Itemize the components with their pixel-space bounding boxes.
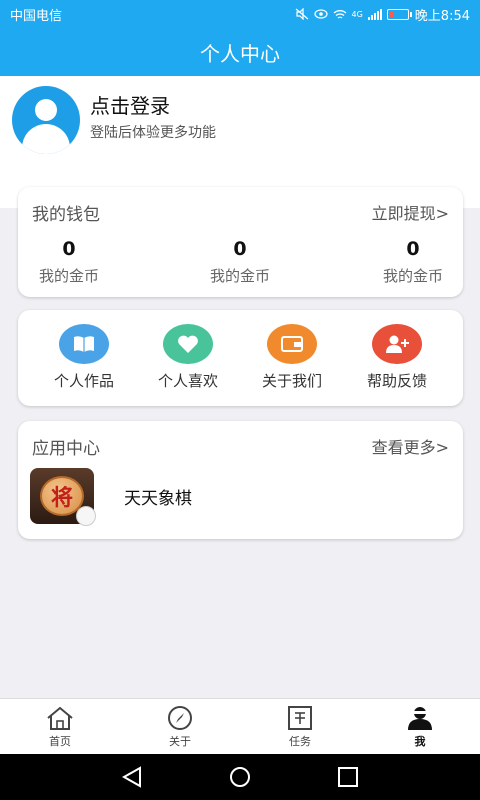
battery-icon [386,8,412,20]
nav-label: 任务 [289,735,311,748]
app-item[interactable]: 将 天天象棋 [30,468,192,526]
feature-label: 个人作品 [53,372,114,390]
status-bar: 中国电信 4G 晚上8:54 [0,0,480,28]
wallet-card: 我的钱包 立即提现> 0 我的金币 0 我的金币 0 我的金币 [18,187,463,297]
app-center-header: 应用中心 查看更多> [18,421,463,471]
heart-icon [163,324,213,364]
wallet-title: 我的钱包 [32,204,100,225]
clock: 晚上8:54 [414,8,470,24]
withdraw-link[interactable]: 立即提现> [372,200,449,224]
wallet-stat[interactable]: 0 我的金币 [368,237,458,286]
mute-icon [295,8,308,20]
view-more-link[interactable]: 查看更多> [372,434,449,458]
feature-label: 帮助反馈 [366,372,427,390]
eye-icon [313,9,328,19]
nav-about[interactable]: 关于 [150,705,210,749]
page-title: 个人中心 [200,41,280,66]
wallet-label: 我的金币 [38,267,99,285]
app-name[interactable]: 天天象棋 [124,484,192,509]
wallet-header: 我的钱包 立即提现> [18,187,463,237]
task-icon [288,706,312,730]
app-center-title: 应用中心 [32,438,100,459]
nav-home[interactable]: 首页 [30,705,90,749]
nav-label: 关于 [169,735,191,748]
chess-icon[interactable]: 将 [30,468,96,526]
status-right: 4G 晚上8:54 [295,5,470,24]
avatar-head [35,99,57,121]
bottom-nav: 首页 关于 任务 我 [0,698,480,754]
recents-icon[interactable] [336,766,360,788]
feature-feedback[interactable]: 帮助反馈 [352,324,442,391]
nav-tasks[interactable]: 任务 [270,705,330,749]
wallet-stat[interactable]: 0 我的金币 [24,237,114,286]
screen: 中国电信 4G 晚上8:54 个人中心 点击登录 登陆后体验更多功能 我的钱包 … [0,0,480,800]
home-circle-icon[interactable] [228,766,252,788]
back-icon[interactable] [120,766,144,788]
wallet-label: 我的金币 [209,267,270,285]
home-icon [47,706,73,730]
signal-icon [367,8,382,20]
wallet-stat[interactable]: 0 我的金币 [195,237,285,286]
compass-icon [168,706,192,730]
login-title[interactable]: 点击登录 [90,90,170,119]
wallet-icon [267,324,317,364]
feature-works[interactable]: 个人作品 [39,324,129,391]
wallet-label: 我的金币 [382,267,443,285]
avatar-body [22,124,70,154]
feature-likes[interactable]: 个人喜欢 [143,324,233,391]
nav-label: 首页 [49,735,71,748]
feature-label: 关于我们 [261,372,322,390]
carrier-label: 中国电信 [10,8,63,24]
avatar[interactable] [12,86,80,154]
login-subtitle: 登陆后体验更多功能 [90,125,216,141]
wallet-value: 0 [62,238,76,260]
features-card: 个人作品 个人喜欢 关于我们 帮助反馈 [18,310,463,406]
add-user-icon [372,324,422,364]
wallet-value: 0 [233,238,247,260]
nav-label: 我 [414,735,426,748]
network-label: 4G [351,9,363,19]
nav-me[interactable]: 我 [390,705,450,749]
app-center-card: 应用中心 查看更多> 将 天天象棋 [18,421,463,539]
app-badge-icon [76,506,96,526]
wifi-icon [333,9,346,19]
feature-about[interactable]: 关于我们 [247,324,337,391]
user-icon [408,707,432,730]
feature-label: 个人喜欢 [157,372,218,390]
status-icons: 4G [295,8,412,20]
wallet-value: 0 [406,238,420,260]
system-nav-bar [0,754,480,800]
book-icon [59,324,109,364]
title-bar: 个人中心 [0,28,480,76]
